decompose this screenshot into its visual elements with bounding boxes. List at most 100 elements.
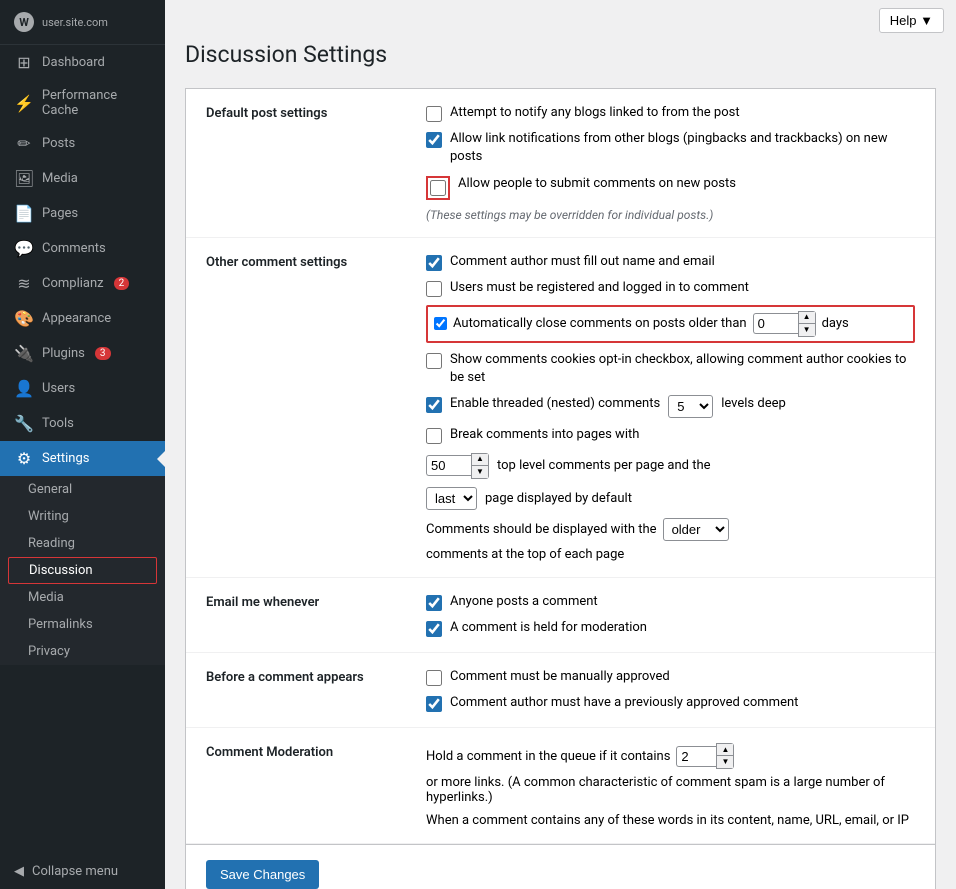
sidebar-label-performance: Performance Cache xyxy=(42,88,151,118)
break-pages-row: Break comments into pages with xyxy=(426,426,915,444)
held-moderation-checkbox[interactable] xyxy=(426,621,442,637)
page-order-label: page displayed by default xyxy=(485,491,632,506)
sidebar-label-comments: Comments xyxy=(42,241,106,256)
comment-moderation-label: Comment Moderation xyxy=(206,743,406,760)
author-name-row: Comment author must fill out name and em… xyxy=(426,253,915,271)
mod-links-increment[interactable]: ▲ xyxy=(717,744,733,756)
sidebar-label-settings: Settings xyxy=(42,451,89,466)
previously-approved-label: Comment author must have a previously ap… xyxy=(450,694,798,712)
top-level-row: ▲ ▼ top level comments per page and the xyxy=(426,453,915,479)
moderation-text3: When a comment contains any of these wor… xyxy=(426,813,915,828)
display-order-prefix: Comments should be displayed with the xyxy=(426,522,657,537)
sidebar-item-pages[interactable]: 📄 Pages xyxy=(0,196,165,231)
email-whenever-row: Email me whenever Anyone posts a comment… xyxy=(186,578,935,653)
settings-arrow xyxy=(157,451,165,467)
allow-comments-row: Allow people to submit comments on new p… xyxy=(426,175,915,200)
collapse-menu-button[interactable]: ◀ Collapse menu xyxy=(0,854,165,889)
wp-logo: W xyxy=(14,12,34,32)
notify-blogs-label: Attempt to notify any blogs linked to fr… xyxy=(450,104,740,122)
manually-approved-checkbox[interactable] xyxy=(426,670,442,686)
sidebar-item-dashboard[interactable]: ⊞ Dashboard xyxy=(0,45,165,80)
top-level-increment[interactable]: ▲ xyxy=(472,454,488,466)
sidebar-item-posts[interactable]: ✏ Posts xyxy=(0,126,165,161)
held-moderation-label: A comment is held for moderation xyxy=(450,619,647,637)
sidebar-item-appearance[interactable]: 🎨 Appearance xyxy=(0,301,165,336)
sidebar-item-settings[interactable]: ⚙ Settings xyxy=(0,441,165,476)
pages-icon: 📄 xyxy=(14,204,34,223)
registered-label: Users must be registered and logged in t… xyxy=(450,279,749,297)
top-level-input[interactable] xyxy=(426,455,471,476)
level-select[interactable]: 5 1234 678910 xyxy=(668,395,713,418)
mod-links-input[interactable] xyxy=(676,746,716,767)
author-name-checkbox[interactable] xyxy=(426,255,442,271)
sidebar-item-complianz[interactable]: ≋ Complianz 2 xyxy=(0,266,165,301)
help-button[interactable]: Help ▼ xyxy=(879,8,944,33)
sidebar-item-general[interactable]: General xyxy=(0,476,165,503)
manually-approved-row: Comment must be manually approved xyxy=(426,668,915,686)
sidebar-item-discussion[interactable]: Discussion xyxy=(8,557,157,584)
settings-table: Default post settings Attempt to notify … xyxy=(185,88,936,889)
threaded-label: Enable threaded (nested) comments xyxy=(450,395,660,413)
days-input[interactable] xyxy=(753,313,798,334)
moderation-text2: or more links. (A common characteristic … xyxy=(426,775,915,805)
settings-icon: ⚙ xyxy=(14,449,34,468)
sidebar-item-performance-cache[interactable]: ⚡ Performance Cache xyxy=(0,80,165,126)
before-comment-content: Comment must be manually approved Commen… xyxy=(426,668,915,712)
days-label: days xyxy=(822,316,849,331)
mod-links-spinner[interactable]: ▲ ▼ xyxy=(676,743,734,769)
before-comment-label: Before a comment appears xyxy=(206,668,406,685)
sidebar-item-privacy[interactable]: Privacy xyxy=(0,638,165,665)
sidebar-label-plugins: Plugins xyxy=(42,346,85,361)
days-increment[interactable]: ▲ xyxy=(799,312,815,324)
sidebar-item-tools[interactable]: 🔧 Tools xyxy=(0,406,165,441)
sidebar-item-media-sub[interactable]: Media xyxy=(0,584,165,611)
allow-comments-checkbox[interactable] xyxy=(430,180,446,196)
top-level-spinner[interactable]: ▲ ▼ xyxy=(426,453,489,479)
threaded-checkbox[interactable] xyxy=(426,397,442,413)
previously-approved-checkbox[interactable] xyxy=(426,696,442,712)
days-spinner-buttons: ▲ ▼ xyxy=(798,311,816,337)
sidebar-item-comments[interactable]: 💬 Comments xyxy=(0,231,165,266)
moderation-links-row: Hold a comment in the queue if it contai… xyxy=(426,743,915,805)
sidebar-item-plugins[interactable]: 🔌 Plugins 3 xyxy=(0,336,165,371)
email-whenever-content: Anyone posts a comment A comment is held… xyxy=(426,593,915,637)
sidebar-item-reading[interactable]: Reading xyxy=(0,530,165,557)
days-spinner[interactable]: ▲ ▼ xyxy=(753,311,816,337)
mod-links-decrement[interactable]: ▼ xyxy=(717,756,733,768)
top-level-decrement[interactable]: ▼ xyxy=(472,466,488,478)
break-pages-checkbox[interactable] xyxy=(426,428,442,444)
anyone-posts-label: Anyone posts a comment xyxy=(450,593,598,611)
days-decrement[interactable]: ▼ xyxy=(799,324,815,336)
other-comment-label: Other comment settings xyxy=(206,253,406,270)
anyone-posts-row: Anyone posts a comment xyxy=(426,593,915,611)
sidebar-label-complianz: Complianz xyxy=(42,276,104,291)
sidebar-item-writing[interactable]: Writing xyxy=(0,503,165,530)
registered-checkbox[interactable] xyxy=(426,281,442,297)
sidebar-item-media[interactable]: 🖼 Media xyxy=(0,161,165,196)
notify-blogs-row: Attempt to notify any blogs linked to fr… xyxy=(426,104,915,122)
page-order-select[interactable]: last first xyxy=(426,487,477,510)
display-order-select[interactable]: older newer xyxy=(663,518,729,541)
show-cookies-row: Show comments cookies opt-in checkbox, a… xyxy=(426,351,915,387)
content-area: Discussion Settings Default post setting… xyxy=(165,41,956,889)
auto-close-checkbox[interactable] xyxy=(434,317,447,330)
collapse-label: Collapse menu xyxy=(32,864,118,879)
display-order-row: Comments should be displayed with the ol… xyxy=(426,518,915,562)
sidebar-label-posts: Posts xyxy=(42,136,75,151)
anyone-posts-checkbox[interactable] xyxy=(426,595,442,611)
default-post-settings-row: Default post settings Attempt to notify … xyxy=(186,89,935,238)
site-name: user.site.com xyxy=(42,16,108,29)
notify-blogs-checkbox[interactable] xyxy=(426,106,442,122)
complianz-badge: 2 xyxy=(114,277,130,290)
sidebar-item-users[interactable]: 👤 Users xyxy=(0,371,165,406)
sidebar-label-dashboard: Dashboard xyxy=(42,55,105,70)
show-cookies-checkbox[interactable] xyxy=(426,353,442,369)
allow-pingbacks-checkbox[interactable] xyxy=(426,132,442,148)
sidebar-item-permalinks[interactable]: Permalinks xyxy=(0,611,165,638)
auto-close-label: Automatically close comments on posts ol… xyxy=(453,316,747,331)
sidebar-label-appearance: Appearance xyxy=(42,311,111,326)
save-button[interactable]: Save Changes xyxy=(206,860,319,889)
manually-approved-label: Comment must be manually approved xyxy=(450,668,670,686)
plugins-badge: 3 xyxy=(95,347,111,360)
levels-deep-label: levels deep xyxy=(721,395,786,413)
